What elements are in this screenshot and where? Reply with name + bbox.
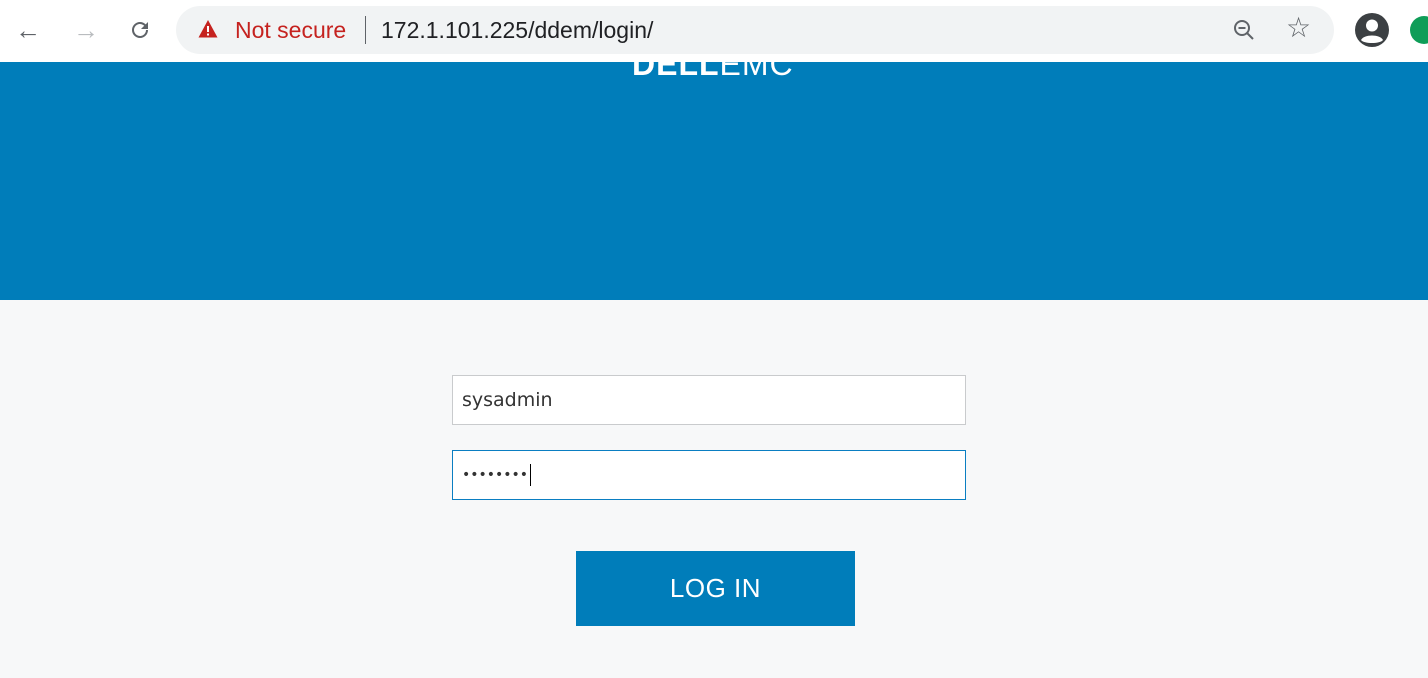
address-bar[interactable]: Not secure 172.1.101.225/ddem/login/ ☆ — [176, 6, 1334, 54]
username-input[interactable]: sysadmin — [452, 375, 966, 425]
profile-icon[interactable] — [1354, 12, 1390, 48]
reload-button[interactable] — [122, 12, 158, 48]
username-value: sysadmin — [462, 389, 553, 411]
login-button-label: LOG IN — [669, 573, 762, 603]
forward-button[interactable]: → — [68, 12, 104, 48]
logo-emc: EMC — [719, 62, 794, 82]
password-value: •••••••• — [462, 467, 529, 483]
arrow-right-icon: → — [73, 15, 99, 45]
zoom-out-icon[interactable] — [1232, 18, 1256, 42]
dell-emc-logo: DELLEMC — [632, 62, 794, 80]
logo-dell: DELL — [632, 62, 720, 82]
text-caret — [530, 464, 532, 486]
security-status[interactable]: Not secure — [235, 17, 346, 44]
star-icon[interactable]: ☆ — [1286, 14, 1311, 42]
arrow-left-icon: ← — [15, 15, 41, 45]
warning-triangle-icon[interactable] — [198, 19, 218, 39]
omnibox-divider — [365, 16, 366, 44]
url-text[interactable]: 172.1.101.225/ddem/login/ — [381, 17, 653, 44]
header-banner: DELLEMC — [0, 62, 1428, 300]
reload-icon — [132, 22, 148, 38]
back-button[interactable]: ← — [10, 12, 46, 48]
extension-icon[interactable] — [1410, 16, 1428, 44]
password-input[interactable]: •••••••• — [452, 450, 966, 500]
browser-toolbar: ← → Not secure 172.1.101.225/ddem/login/… — [0, 0, 1428, 62]
login-button[interactable]: LOG IN — [576, 551, 855, 626]
